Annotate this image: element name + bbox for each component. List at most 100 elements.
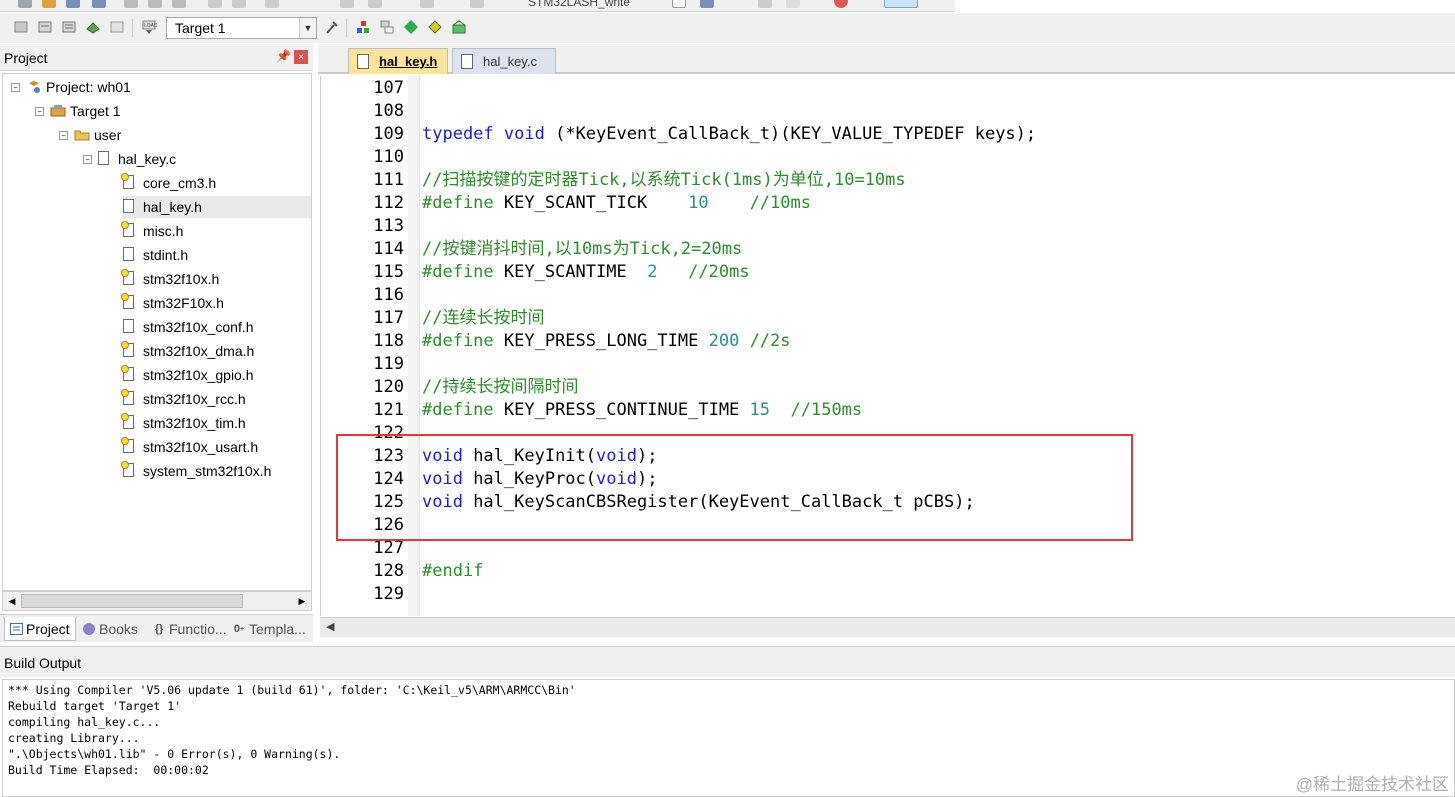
- stop-icon[interactable]: [834, 0, 848, 8]
- tree-node-header-file[interactable]: stm32F10x.h: [121, 292, 311, 314]
- find-dropdown-icon[interactable]: [672, 0, 686, 8]
- tab-templates[interactable]: 0 + Templa...: [228, 617, 312, 641]
- manage-rte-icon[interactable]: [450, 18, 468, 36]
- rebuild-icon[interactable]: [60, 18, 78, 36]
- tree-node-header-file[interactable]: hal_key.h: [123, 196, 311, 218]
- header-file-icon: [123, 199, 137, 215]
- templates-icon: 0 +: [233, 623, 245, 635]
- find-combo-text[interactable]: STM32LASH_write: [528, 0, 630, 9]
- scroll-left-icon[interactable]: ◀: [5, 594, 19, 608]
- code-line[interactable]: //扫描按键的定时器Tick,以系统Tick(1ms)为单位,10=10ms: [422, 169, 906, 192]
- line-number: 107: [373, 78, 404, 98]
- tree-node-target[interactable]: − Target 1: [35, 100, 121, 122]
- build-output-pane[interactable]: *** Using Compiler 'V5.06 update 1 (buil…: [2, 679, 1455, 797]
- new-file-icon[interactable]: [18, 0, 32, 8]
- editor-horizontal-scrollbar[interactable]: ◀: [320, 617, 1455, 637]
- code-line[interactable]: #define KEY_SCANTIME 2 //20ms: [422, 261, 750, 284]
- open-folder-icon[interactable]: [42, 0, 56, 8]
- save-all-icon[interactable]: [92, 0, 106, 8]
- undo-icon[interactable]: [208, 0, 222, 8]
- tab-books[interactable]: Books: [78, 617, 144, 641]
- tree-node-label: stm32f10x_gpio.h: [143, 367, 254, 383]
- redo-icon[interactable]: [232, 0, 246, 8]
- target-options-icon[interactable]: [323, 18, 341, 36]
- comment-icon[interactable]: [470, 0, 484, 8]
- tree-node-source-file[interactable]: − hal_key.c: [83, 148, 176, 170]
- find-in-files-icon[interactable]: [700, 0, 714, 8]
- tab-hal-key-h[interactable]: hal_key.h: [348, 48, 448, 74]
- build-output-title: Build Output: [4, 655, 82, 671]
- tree-node-label: hal_key.h: [143, 199, 202, 215]
- debug-icon[interactable]: [758, 0, 772, 8]
- tab-label: hal_key.c: [483, 54, 537, 69]
- collapse-icon[interactable]: −: [83, 154, 92, 164]
- scroll-left-icon[interactable]: ◀: [326, 620, 334, 633]
- tree-node-header-file[interactable]: system_stm32f10x.h: [121, 460, 311, 482]
- batch-build-icon[interactable]: [84, 18, 102, 36]
- tree-node-header-file[interactable]: stm32f10x_rcc.h: [121, 388, 311, 410]
- build-output-line: creating Library...: [8, 731, 140, 745]
- code-line[interactable]: #endif: [422, 560, 483, 583]
- save-icon[interactable]: [66, 0, 80, 8]
- header-file-icon: [123, 319, 137, 335]
- scroll-thumb[interactable]: [21, 594, 243, 608]
- close-icon[interactable]: ×: [294, 50, 308, 64]
- bookmark-prev-icon[interactable]: [368, 0, 382, 8]
- scroll-right-icon[interactable]: ▶: [295, 594, 309, 608]
- breakpoint-icon[interactable]: [786, 0, 800, 8]
- tree-node-header-file[interactable]: stm32f10x.h: [121, 268, 311, 290]
- header-file-key-icon: [121, 461, 137, 479]
- tree-node-header-file[interactable]: stm32f10x_dma.h: [121, 340, 311, 362]
- tree-node-header-file[interactable]: stdint.h: [123, 244, 311, 266]
- code-line[interactable]: //持续长按间隔时间: [422, 376, 578, 399]
- tree-node-header-file[interactable]: stm32f10x_tim.h: [121, 412, 311, 434]
- target-icon: [50, 103, 66, 119]
- tree-node-header-file[interactable]: stm32f10x_usart.h: [121, 436, 311, 458]
- tree-node-label: Project: wh01: [46, 79, 131, 95]
- project-panel-tabs: Project Books {} Functio... 0 + Templa...: [0, 614, 313, 642]
- line-number: 112: [373, 193, 404, 213]
- paste-icon[interactable]: [172, 0, 186, 8]
- tree-node-label: stm32f10x_rcc.h: [143, 391, 246, 407]
- nav-back-icon[interactable]: [265, 0, 279, 8]
- build-output-line: *** Using Compiler 'V5.06 update 1 (buil…: [8, 683, 576, 697]
- code-line[interactable]: #define KEY_PRESS_LONG_TIME 200 //2s: [422, 330, 791, 353]
- tree-node-header-file[interactable]: misc.h: [121, 220, 311, 242]
- copy-icon[interactable]: [148, 0, 162, 8]
- pin-icon[interactable]: 📌: [276, 49, 291, 63]
- tree-node-header-file[interactable]: stm32f10x_conf.h: [123, 316, 311, 338]
- tab-hal-key-c[interactable]: hal_key.c: [452, 48, 556, 74]
- stop-build-icon[interactable]: [108, 18, 126, 36]
- bookmark-icon[interactable]: [340, 0, 354, 8]
- tab-functions[interactable]: {} Functio...: [148, 617, 228, 641]
- line-number: 108: [373, 101, 404, 121]
- tab-project[interactable]: Project: [4, 617, 76, 641]
- code-line[interactable]: //连续长按时间: [422, 307, 544, 330]
- tree-node-header-file[interactable]: stm32f10x_gpio.h: [121, 364, 311, 386]
- file-extensions-icon[interactable]: [378, 18, 396, 36]
- chevron-down-icon[interactable]: ▼: [299, 18, 316, 38]
- translate-icon[interactable]: [12, 18, 30, 36]
- pack-installer-icon[interactable]: [402, 18, 420, 36]
- indent-icon[interactable]: [420, 0, 434, 8]
- functions-icon: {}: [154, 623, 164, 635]
- tree-node-project[interactable]: − Project: wh01: [11, 76, 131, 98]
- tree-node-label: Target 1: [70, 103, 121, 119]
- manage-project-icon[interactable]: [354, 18, 372, 36]
- build-icon[interactable]: [36, 18, 54, 36]
- code-line[interactable]: #define KEY_PRESS_CONTINUE_TIME 15 //150…: [422, 399, 862, 422]
- download-icon[interactable]: LOAD: [140, 18, 158, 36]
- code-line[interactable]: //按键消抖时间,以10ms为Tick,2=20ms: [422, 238, 742, 261]
- collapse-icon[interactable]: −: [35, 106, 44, 116]
- tree-node-group-user[interactable]: − user: [59, 124, 121, 146]
- collapse-icon[interactable]: −: [59, 130, 68, 140]
- tree-node-header-file[interactable]: core_cm3.h: [121, 172, 311, 194]
- window-layout-icon[interactable]: [884, 0, 918, 8]
- target-select[interactable]: Target 1 ▼: [166, 17, 317, 39]
- select-packs-icon[interactable]: [426, 18, 444, 36]
- code-line[interactable]: #define KEY_SCANT_TICK 10 //10ms: [422, 192, 811, 215]
- project-horizontal-scrollbar[interactable]: ◀ ▶: [2, 591, 312, 611]
- collapse-icon[interactable]: −: [11, 82, 20, 92]
- code-line[interactable]: typedef void (*KeyEvent_CallBack_t)(KEY_…: [422, 123, 1036, 146]
- cut-icon[interactable]: [124, 0, 138, 8]
